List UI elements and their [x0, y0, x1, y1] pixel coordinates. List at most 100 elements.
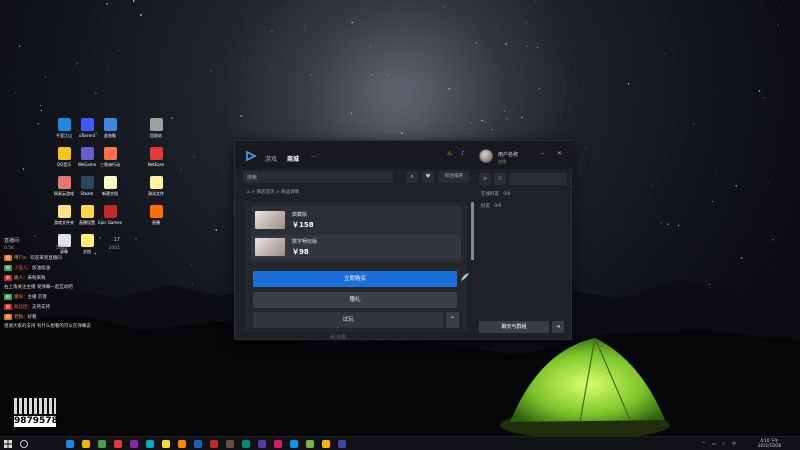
star — [220, 105, 222, 107]
product-list: 典藏版 ￥158 数字畅玩版 ￥98 — [251, 206, 461, 262]
minimize-icon[interactable]: – — [541, 150, 544, 157]
taskbar-app-icon[interactable] — [194, 440, 202, 448]
search-icon[interactable]: ⌕ — [406, 171, 418, 183]
fan-badge: 粉 — [4, 294, 12, 300]
desktop-icon-label: 测试文件 — [148, 191, 164, 196]
chat-groups-button[interactable]: 聊天与群组 — [479, 321, 549, 333]
heart-icon[interactable]: ♥ — [422, 171, 434, 183]
star — [491, 128, 493, 130]
taskbar-app-icon[interactable] — [210, 440, 218, 448]
star — [537, 46, 539, 48]
nav-more[interactable]: ··· — [311, 154, 317, 161]
desktop-icon[interactable]: Epic Games — [96, 205, 124, 225]
star — [10, 73, 12, 74]
taskbar-app-icon[interactable] — [114, 440, 122, 448]
product-price: ￥158 — [292, 221, 314, 229]
star — [371, 74, 373, 77]
taskbar-app-icon[interactable] — [130, 440, 138, 448]
taskbar-app-icon[interactable] — [162, 440, 170, 448]
desktop-icon[interactable]: 此电脑 — [96, 118, 124, 138]
network-icon[interactable]: ▭ — [712, 441, 716, 446]
taskbar-app-icon[interactable] — [258, 440, 266, 448]
group-icon[interactable]: ⚇ — [494, 173, 506, 185]
app-icon — [149, 118, 163, 131]
desktop-icon[interactable]: 测试文件 — [142, 176, 170, 196]
add-friend-icon[interactable]: + — [479, 173, 491, 185]
warning-icon[interactable]: ⚠ — [447, 150, 452, 157]
product-option-1[interactable]: 典藏版 ￥158 — [251, 208, 461, 232]
fan-badge: 粉 — [4, 265, 12, 271]
taskbar-app-icon[interactable] — [338, 440, 346, 448]
app-icon — [80, 118, 94, 131]
star — [140, 14, 142, 16]
chat-text: 支持支持 — [32, 305, 50, 310]
app-icon — [103, 118, 117, 131]
tray-up-icon[interactable]: ^ — [702, 441, 705, 446]
taskbar-app-icon[interactable] — [306, 440, 314, 448]
launcher-window: 游戏 商城 ··· ⚠ ♪ 用户名称 在线 – ✕ 搜索 ⌕ ♥ 综合排序 ⌂ … — [234, 140, 573, 340]
star — [632, 40, 633, 42]
breadcrumb[interactable]: ⌂ > 商店首页 > 商品详情 — [247, 189, 299, 195]
buy-now-button[interactable]: 立即购买 — [253, 271, 457, 287]
friend-search-input[interactable] — [509, 173, 567, 185]
taskbar-app-icon[interactable] — [82, 440, 90, 448]
desktop-icon[interactable]: 三角洲行动 — [96, 147, 124, 167]
star — [351, 112, 353, 114]
star — [76, 62, 79, 65]
close-icon[interactable]: ✕ — [557, 150, 562, 157]
taskbar-app-icon[interactable] — [274, 440, 282, 448]
fan-badge: 粉 — [4, 304, 12, 310]
sort-select[interactable]: 综合排序 — [439, 171, 469, 183]
windows-start-icon[interactable] — [4, 440, 12, 448]
expand-chat-icon[interactable]: ⇥ — [552, 321, 564, 333]
system-clock[interactable]: 4:10 下午 2021/10/28 — [758, 438, 781, 448]
friends-group[interactable]: 好友 · 0/0 — [481, 203, 502, 209]
desktop-icon[interactable]: NetEase — [142, 147, 170, 167]
taskbar-search-icon[interactable] — [20, 440, 28, 448]
friends-online-group[interactable]: 在线好友 · 0/0 — [481, 191, 511, 197]
star — [759, 0, 761, 2]
volume-icon[interactable]: ♪ — [722, 441, 725, 446]
star — [369, 46, 371, 48]
star — [215, 229, 218, 231]
app-icon — [57, 176, 71, 189]
avatar[interactable] — [479, 149, 493, 163]
stream-chat-overlay: 直播间 17 0.5K 1001 2001 粉用户a：欢迎来到直播间粉小鱼儿：加… — [4, 236, 120, 412]
star — [132, 0, 135, 2]
taskbar-app-icon[interactable] — [322, 440, 330, 448]
star — [50, 106, 52, 108]
taskbar-app-icon[interactable] — [178, 440, 186, 448]
gift-button[interactable]: 赠礼 — [253, 292, 457, 308]
chat-message: 粉小鱼儿：加油加油 — [4, 265, 120, 272]
app-logo-icon[interactable] — [245, 150, 257, 162]
chat-username: 用户a： — [14, 256, 31, 261]
star — [310, 74, 311, 76]
taskbar-app-icon[interactable] — [146, 440, 154, 448]
taskbar-app-icon[interactable] — [242, 440, 250, 448]
nav-games[interactable]: 游戏 — [265, 154, 277, 163]
star — [534, 0, 536, 2]
search-input[interactable]: 搜索 — [243, 171, 393, 183]
app-icon — [149, 176, 163, 189]
desktop-icon[interactable]: 新建文档 — [96, 176, 124, 196]
taskbar-app-icon[interactable] — [226, 440, 234, 448]
product-scrollbar[interactable] — [471, 202, 474, 260]
taskbar-app-icon[interactable] — [98, 440, 106, 448]
ime-icon[interactable]: 中 — [732, 441, 736, 447]
collapse-up-button[interactable]: ⌃ — [446, 312, 459, 328]
bell-icon[interactable]: ♪ — [461, 150, 465, 157]
user-status: 在线 — [498, 159, 506, 164]
nav-store[interactable]: 商城 — [287, 154, 299, 163]
try-button[interactable]: 试玩 — [253, 312, 443, 328]
star — [180, 169, 182, 171]
star — [106, 3, 108, 5]
star — [667, 223, 669, 225]
desktop-icon[interactable]: 回收站 — [142, 118, 170, 138]
taskbar-app-icon[interactable] — [66, 440, 74, 448]
star — [777, 24, 779, 26]
desktop-icon[interactable]: 直播 — [142, 205, 170, 225]
product-option-2[interactable]: 数字畅玩版 ￥98 — [251, 235, 461, 259]
chat-username: 粉丝团： — [14, 305, 32, 310]
taskbar-app-icon[interactable] — [290, 440, 298, 448]
star — [573, 191, 574, 193]
